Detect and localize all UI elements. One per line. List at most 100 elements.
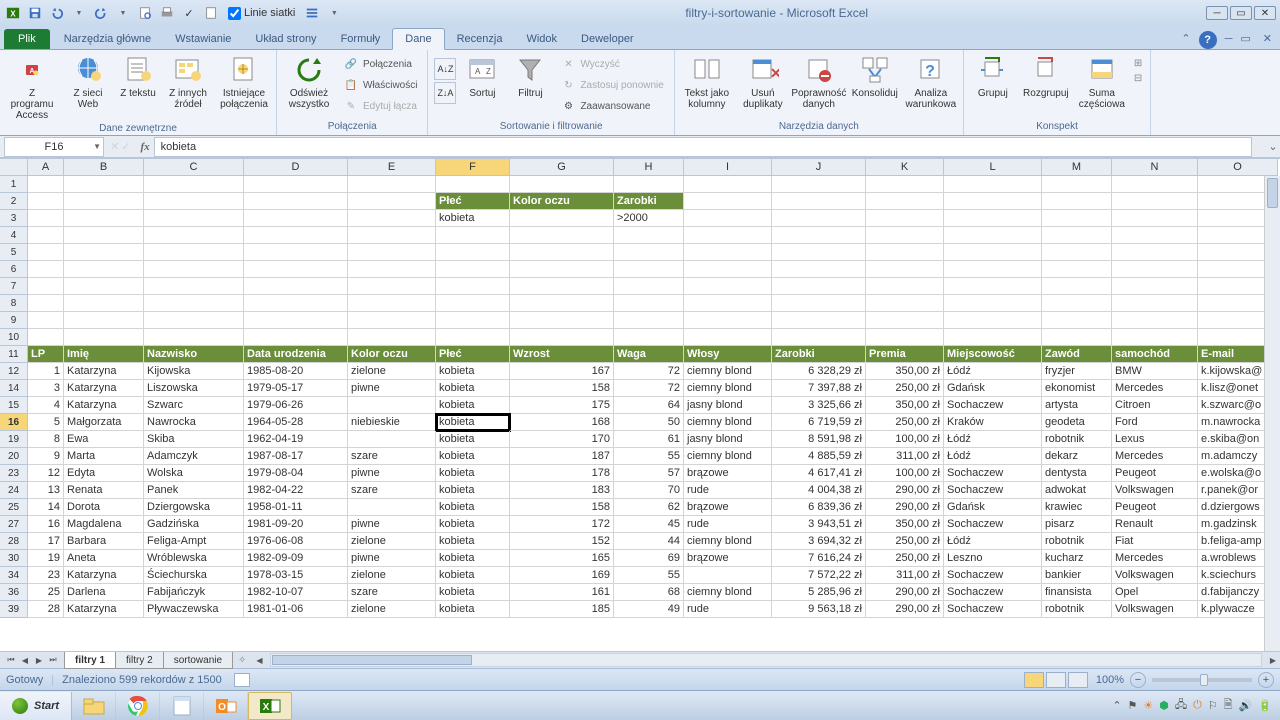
- cell[interactable]: Peugeot: [1112, 499, 1198, 516]
- cell[interactable]: 6 839,36 zł: [772, 499, 866, 516]
- redo-dropdown-icon[interactable]: ▼: [114, 4, 132, 22]
- cell[interactable]: 49: [614, 601, 684, 618]
- cell[interactable]: Nazwisko: [144, 346, 244, 363]
- cell[interactable]: Mercedes: [1112, 380, 1198, 397]
- cell[interactable]: [684, 567, 772, 584]
- cell[interactable]: 152: [510, 533, 614, 550]
- formula-bar[interactable]: kobieta: [154, 137, 1252, 157]
- col-header-O[interactable]: O: [1198, 159, 1278, 176]
- cell[interactable]: [684, 295, 772, 312]
- remove-duplicates-button[interactable]: ✕Usuń duplikaty: [737, 52, 789, 112]
- notepad-taskbar-icon[interactable]: [160, 692, 204, 720]
- cell[interactable]: [244, 176, 348, 193]
- cell[interactable]: [64, 295, 144, 312]
- inner-minimize-icon[interactable]: ─: [1221, 29, 1237, 49]
- zoom-slider[interactable]: [1152, 678, 1252, 682]
- cell[interactable]: Volkswagen: [1112, 567, 1198, 584]
- cell[interactable]: 290,00 zł: [866, 601, 944, 618]
- cell[interactable]: [1042, 193, 1112, 210]
- cell[interactable]: [348, 244, 436, 261]
- cell[interactable]: Nawrocka: [144, 414, 244, 431]
- cell[interactable]: Sochaczew: [944, 397, 1042, 414]
- cell[interactable]: [510, 261, 614, 278]
- cell[interactable]: Renault: [1112, 516, 1198, 533]
- cell[interactable]: [144, 329, 244, 346]
- cell[interactable]: [866, 193, 944, 210]
- group-button[interactable]: Grupuj: [970, 52, 1016, 101]
- cell[interactable]: ciemny blond: [684, 448, 772, 465]
- cell[interactable]: 1976-06-08: [244, 533, 348, 550]
- minimize-button[interactable]: ─: [1206, 6, 1228, 20]
- expand-formula-icon[interactable]: ⌄: [1266, 140, 1280, 153]
- cell[interactable]: [244, 227, 348, 244]
- row-header[interactable]: 30: [0, 550, 28, 567]
- cell[interactable]: 7 616,24 zł: [772, 550, 866, 567]
- cell[interactable]: [684, 176, 772, 193]
- cell[interactable]: 9 563,18 zł: [772, 601, 866, 618]
- cell[interactable]: 1964-05-28: [244, 414, 348, 431]
- cell[interactable]: brązowe: [684, 499, 772, 516]
- tab-developer[interactable]: Deweloper: [569, 29, 646, 49]
- undo-icon[interactable]: [48, 4, 66, 22]
- col-header-A[interactable]: A: [28, 159, 64, 176]
- cell[interactable]: [244, 193, 348, 210]
- cell[interactable]: [1112, 227, 1198, 244]
- cell[interactable]: Adamczyk: [144, 448, 244, 465]
- cell[interactable]: 72: [614, 363, 684, 380]
- consolidate-button[interactable]: Konsoliduj: [849, 52, 901, 101]
- subtotal-button[interactable]: Suma częściowa: [1076, 52, 1128, 112]
- cell[interactable]: brązowe: [684, 465, 772, 482]
- qat-customize-icon[interactable]: ▼: [325, 4, 343, 22]
- cell[interactable]: Sochaczew: [944, 465, 1042, 482]
- row-headers[interactable]: 1234567891011121415161920232425272830343…: [0, 176, 28, 618]
- cell[interactable]: 14: [28, 499, 64, 516]
- cell[interactable]: [436, 278, 510, 295]
- cell[interactable]: [772, 295, 866, 312]
- col-header-E[interactable]: E: [348, 159, 436, 176]
- cell[interactable]: Panek: [144, 482, 244, 499]
- cell[interactable]: Renata: [64, 482, 144, 499]
- cell[interactable]: Łódź: [944, 363, 1042, 380]
- cell[interactable]: Sochaczew: [944, 584, 1042, 601]
- cell[interactable]: [64, 244, 144, 261]
- tab-review[interactable]: Recenzja: [445, 29, 515, 49]
- cell[interactable]: 250,00 zł: [866, 550, 944, 567]
- cell[interactable]: [436, 261, 510, 278]
- cell[interactable]: Zawód: [1042, 346, 1112, 363]
- cell[interactable]: [144, 210, 244, 227]
- cell[interactable]: [1112, 295, 1198, 312]
- cell[interactable]: 100,00 zł: [866, 465, 944, 482]
- cell[interactable]: kobieta: [436, 448, 510, 465]
- cell[interactable]: Opel: [1112, 584, 1198, 601]
- inner-restore-icon[interactable]: ▭: [1236, 28, 1254, 49]
- tab-formulas[interactable]: Formuły: [329, 29, 393, 49]
- cell[interactable]: >2000: [614, 210, 684, 227]
- cell[interactable]: 175: [510, 397, 614, 414]
- cell[interactable]: Premia: [866, 346, 944, 363]
- hscroll-left-icon[interactable]: ◀: [252, 653, 266, 667]
- cell[interactable]: [1112, 278, 1198, 295]
- cell[interactable]: 185: [510, 601, 614, 618]
- cell[interactable]: [436, 295, 510, 312]
- cell[interactable]: 72: [614, 380, 684, 397]
- cell[interactable]: 3: [28, 380, 64, 397]
- cell[interactable]: [944, 210, 1042, 227]
- cell[interactable]: 7 397,88 zł: [772, 380, 866, 397]
- cell[interactable]: [348, 499, 436, 516]
- cell[interactable]: kobieta: [436, 499, 510, 516]
- cell[interactable]: [64, 278, 144, 295]
- col-header-M[interactable]: M: [1042, 159, 1112, 176]
- cell[interactable]: [510, 227, 614, 244]
- cell[interactable]: 311,00 zł: [866, 448, 944, 465]
- cell[interactable]: 350,00 zł: [866, 516, 944, 533]
- cell[interactable]: Płeć: [436, 193, 510, 210]
- page-layout-view-button[interactable]: [1046, 672, 1066, 688]
- cell[interactable]: Edyta: [64, 465, 144, 482]
- cell[interactable]: 5 285,96 zł: [772, 584, 866, 601]
- excel-taskbar-icon[interactable]: X: [248, 692, 292, 720]
- cell[interactable]: Aneta: [64, 550, 144, 567]
- cell[interactable]: [684, 193, 772, 210]
- cell[interactable]: [436, 329, 510, 346]
- row-header[interactable]: 20: [0, 448, 28, 465]
- cell[interactable]: [144, 244, 244, 261]
